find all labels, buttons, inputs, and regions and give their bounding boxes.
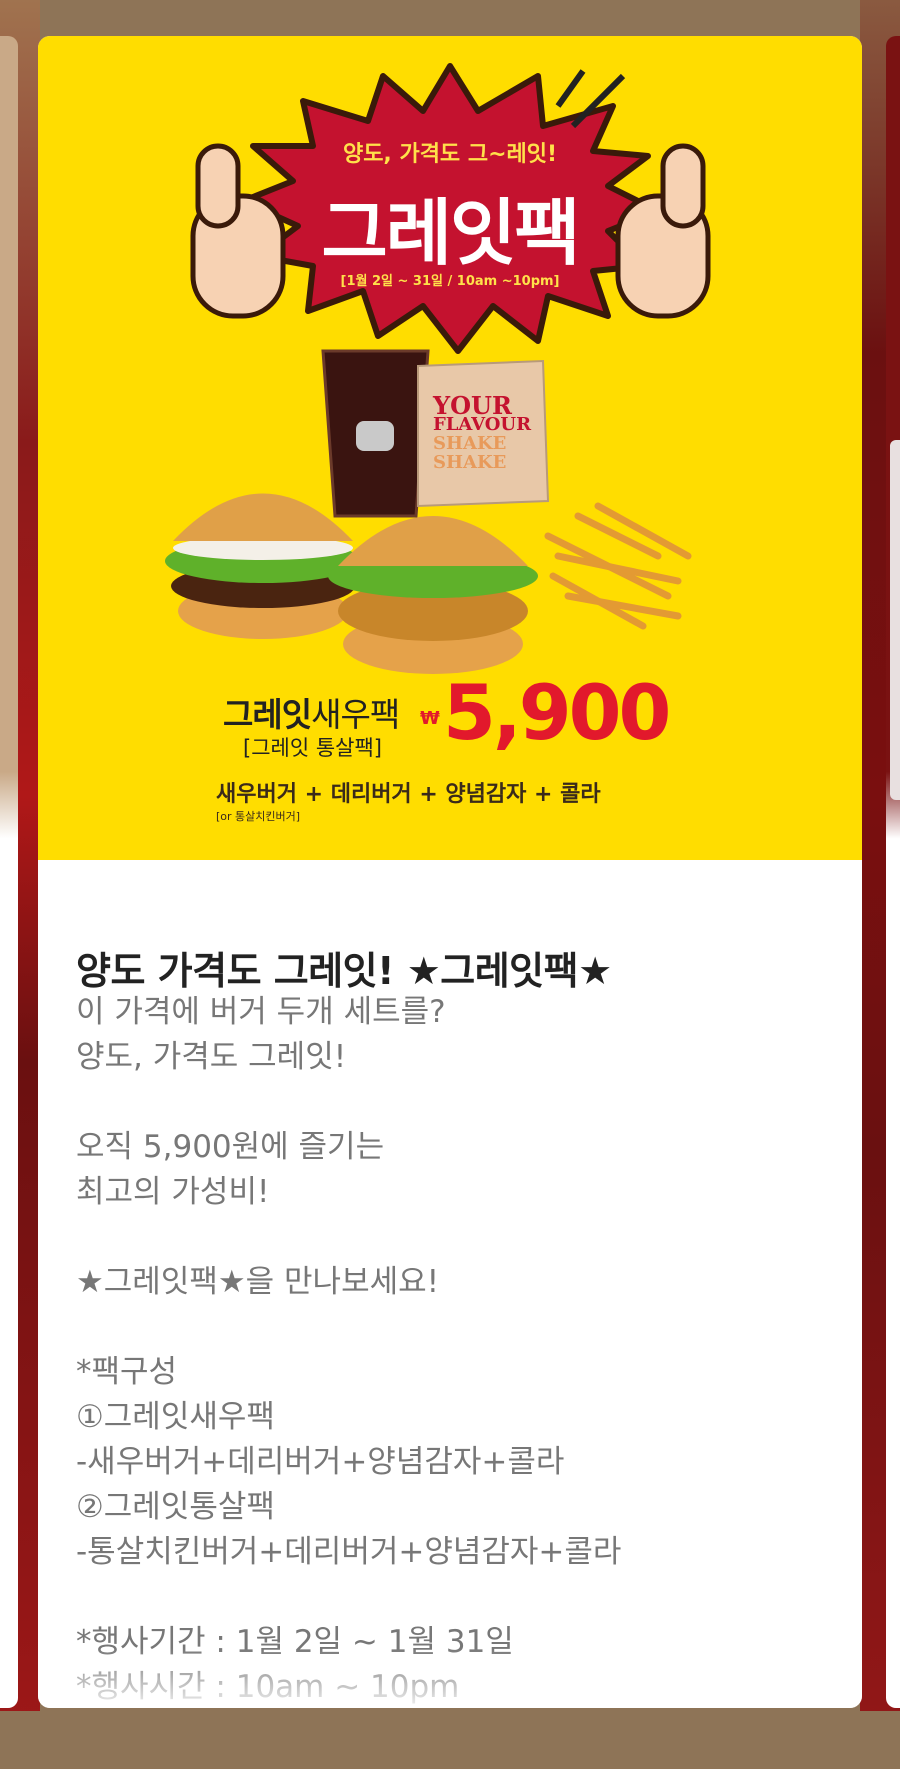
price-value: 5,900 (443, 668, 671, 757)
promo-title: 양도 가격도 그레잇! ★그레잇팩★ (76, 949, 612, 993)
promo-description: 이 가격에 버거 두개 세트를? 양도, 가격도 그레잇! 오직 5,900원에… (76, 994, 622, 1705)
pack-name: 그레잇새우팩 (223, 688, 400, 736)
pack-components-note: [or 통살치킨버거] (216, 810, 301, 823)
previous-card-peek[interactable] (0, 36, 18, 1708)
burger-left-icon (165, 493, 361, 639)
bag-text: YOUR FLAVOUR SHAKE SHAKE (433, 391, 532, 473)
bag-text-line: SHAKE (433, 433, 507, 454)
cola-cup-icon (321, 349, 430, 518)
bag-text-line: SHAKE (433, 452, 507, 473)
pack-components: 새우버거 + 데리버거 + 양념감자 + 콜라 (216, 782, 601, 807)
promo-card[interactable]: 양도, 가격도 그~레잇! 그레잇팩 [1월 2일 ~ 31일 / 10am ~… (38, 36, 862, 1708)
pack-name-regular: 새우팩 (311, 695, 400, 734)
promo-banner: 양도, 가격도 그~레잇! 그레잇팩 [1월 2일 ~ 31일 / 10am ~… (38, 36, 862, 860)
fries-icon (544, 502, 692, 630)
promo-tagline: 양도, 가격도 그~레잇! (342, 142, 558, 167)
promo-content: 양도 가격도 그레잇! ★그레잇팩★ 이 가격에 버거 두개 세트를? 양도, … (38, 860, 862, 1708)
promo-headline: 그레잇팩 (321, 191, 581, 275)
pack-name-bold: 그레잇 (223, 695, 312, 734)
next-card-peek[interactable] (886, 36, 900, 1708)
promo-period: [1월 2일 ~ 31일 / 10am ~10pm] (340, 274, 560, 289)
content-fade (38, 1648, 862, 1708)
accent-line (555, 69, 586, 108)
pack-alt-name: [그레잇 통살팩] (243, 736, 382, 760)
price-currency: ₩ (420, 708, 440, 729)
background-bottom (0, 1711, 900, 1769)
scroll-indicator (890, 440, 900, 800)
bag-text-line: YOUR (433, 391, 512, 420)
burger-right-icon (328, 516, 538, 674)
bag-text-line: FLAVOUR (433, 414, 532, 435)
